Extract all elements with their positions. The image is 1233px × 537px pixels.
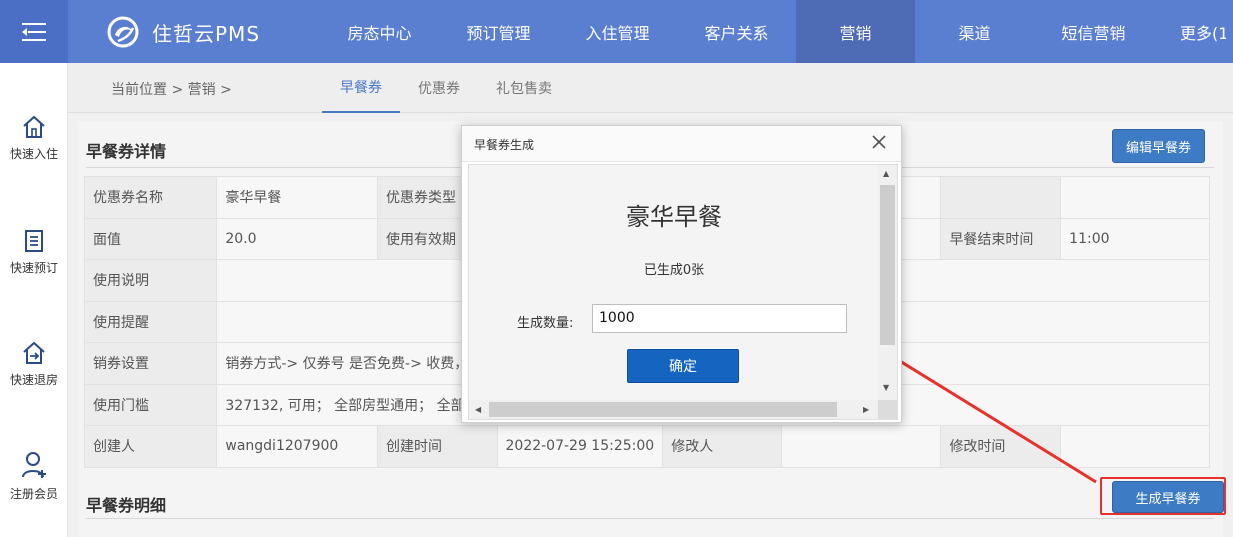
table-cell: 创建时间 xyxy=(376,425,498,468)
scrollbar-corner xyxy=(878,400,897,419)
app-title: 住哲云PMS xyxy=(152,21,261,46)
table-cell: 面值 xyxy=(83,217,218,260)
generate-coupon-dialog: 早餐券生成 豪华早餐 已生成0张 生成数量: 1000 确定 ▲ ▼ ◀ ▶ xyxy=(461,125,902,423)
quantity-label: 生成数量: xyxy=(517,316,574,331)
scrollbar-thumb[interactable] xyxy=(489,402,837,417)
scroll-down-icon[interactable]: ▼ xyxy=(883,383,889,392)
table-cell: 修改人 xyxy=(662,425,783,468)
logo-icon xyxy=(107,16,139,48)
table-cell: 优惠券名称 xyxy=(83,176,218,219)
breadcrumb: 当前位置 > 营销 > xyxy=(111,82,232,98)
dialog-header: 早餐券生成 xyxy=(462,126,901,162)
table-cell: 销券设置 xyxy=(83,342,218,385)
sidebar-item-quick-checkin[interactable]: 快速入住 xyxy=(0,115,68,162)
nav-item-marketing[interactable]: 营销 xyxy=(796,0,915,63)
divider xyxy=(86,518,1214,519)
nav-item-room-status[interactable]: 房态中心 xyxy=(320,0,439,63)
nav-item-checkin[interactable]: 入住管理 xyxy=(558,0,677,63)
nav-item-customers[interactable]: 客户关系 xyxy=(677,0,796,63)
main-nav: 房态中心 预订管理 入住管理 客户关系 营销 渠道 短信营销 更多(10) xyxy=(320,0,1226,63)
checkout-icon xyxy=(23,341,45,364)
tab-bar: 早餐券 优惠券 礼包售卖 xyxy=(322,63,570,113)
tab-breakfast-coupon[interactable]: 早餐券 xyxy=(322,63,400,113)
table-cell: 使用门槛 xyxy=(83,383,218,426)
scrollbar-thumb[interactable] xyxy=(880,185,895,345)
table-cell: 11:00 xyxy=(1060,217,1210,260)
scroll-left-icon[interactable]: ◀ xyxy=(475,405,481,414)
edit-coupon-button[interactable]: 编辑早餐券 xyxy=(1112,129,1205,163)
menu-toggle-button[interactable] xyxy=(0,0,68,63)
table-cell: 使用提醒 xyxy=(83,300,218,343)
confirm-button[interactable]: 确定 xyxy=(627,349,739,383)
sidebar-item-label: 快速预订 xyxy=(9,261,58,275)
sidebar-item-register-member[interactable]: 注册会员 xyxy=(0,451,68,502)
app-logo[interactable]: 住哲云PMS xyxy=(106,14,260,50)
home-icon xyxy=(23,115,45,138)
top-navbar: 住哲云PMS 房态中心 预订管理 入住管理 客户关系 营销 渠道 短信营销 更多… xyxy=(0,0,1233,63)
nav-item-reservations[interactable]: 预订管理 xyxy=(439,0,558,63)
quick-sidebar: 快速入住 快速预订 快速退房 注册会员 xyxy=(0,63,68,537)
table-cell: 豪华早餐 xyxy=(216,176,378,219)
horizontal-scrollbar[interactable]: ◀ ▶ xyxy=(469,400,879,419)
table-cell: wangdi1207900 xyxy=(216,425,378,468)
sidebar-item-label: 快速退房 xyxy=(9,373,58,387)
scroll-up-icon[interactable]: ▲ xyxy=(883,169,889,178)
nav-item-channels[interactable]: 渠道 xyxy=(915,0,1034,63)
scroll-right-icon[interactable]: ▶ xyxy=(863,405,869,414)
dialog-title: 早餐券生成 xyxy=(474,138,535,152)
nav-item-more[interactable]: 更多(10) xyxy=(1153,0,1226,63)
document-icon xyxy=(25,230,43,252)
sidebar-item-quick-checkout[interactable]: 快速退房 xyxy=(0,341,68,388)
table-cell xyxy=(1060,176,1210,219)
dialog-body: 豪华早餐 已生成0张 生成数量: 1000 确定 ▲ ▼ ◀ ▶ xyxy=(468,164,898,420)
menu-icon xyxy=(22,22,46,41)
table-cell xyxy=(940,176,1062,219)
sidebar-item-label: 注册会员 xyxy=(9,487,58,501)
generated-count: 已生成0张 xyxy=(643,263,705,278)
annotation-highlight-box xyxy=(1100,477,1226,515)
coupon-name: 豪华早餐 xyxy=(626,203,722,231)
tab-coupon[interactable]: 优惠券 xyxy=(400,63,478,113)
add-user-icon xyxy=(22,452,46,478)
table-cell: 使用说明 xyxy=(83,259,218,302)
sidebar-item-label: 快速入住 xyxy=(9,147,58,161)
table-cell: 2022-07-29 15:25:00 xyxy=(496,425,664,468)
section-title-list: 早餐券明细 xyxy=(86,496,167,515)
sidebar-item-quick-booking[interactable]: 快速预订 xyxy=(0,229,68,276)
tab-gift-package[interactable]: 礼包售卖 xyxy=(478,63,570,113)
quantity-input[interactable]: 1000 xyxy=(592,304,847,333)
breadcrumb-bar: 当前位置 > 营销 > 早餐券 优惠券 礼包售卖 xyxy=(68,63,1233,113)
table-cell: 20.0 xyxy=(216,217,378,260)
table-cell: 创建人 xyxy=(83,425,218,468)
section-title-detail: 早餐券详情 xyxy=(86,142,167,161)
table-cell: 早餐结束时间 xyxy=(940,217,1062,260)
close-icon[interactable] xyxy=(869,132,889,152)
vertical-scrollbar[interactable]: ▲ ▼ xyxy=(878,165,897,402)
nav-item-sms-marketing[interactable]: 短信营销 xyxy=(1034,0,1153,63)
